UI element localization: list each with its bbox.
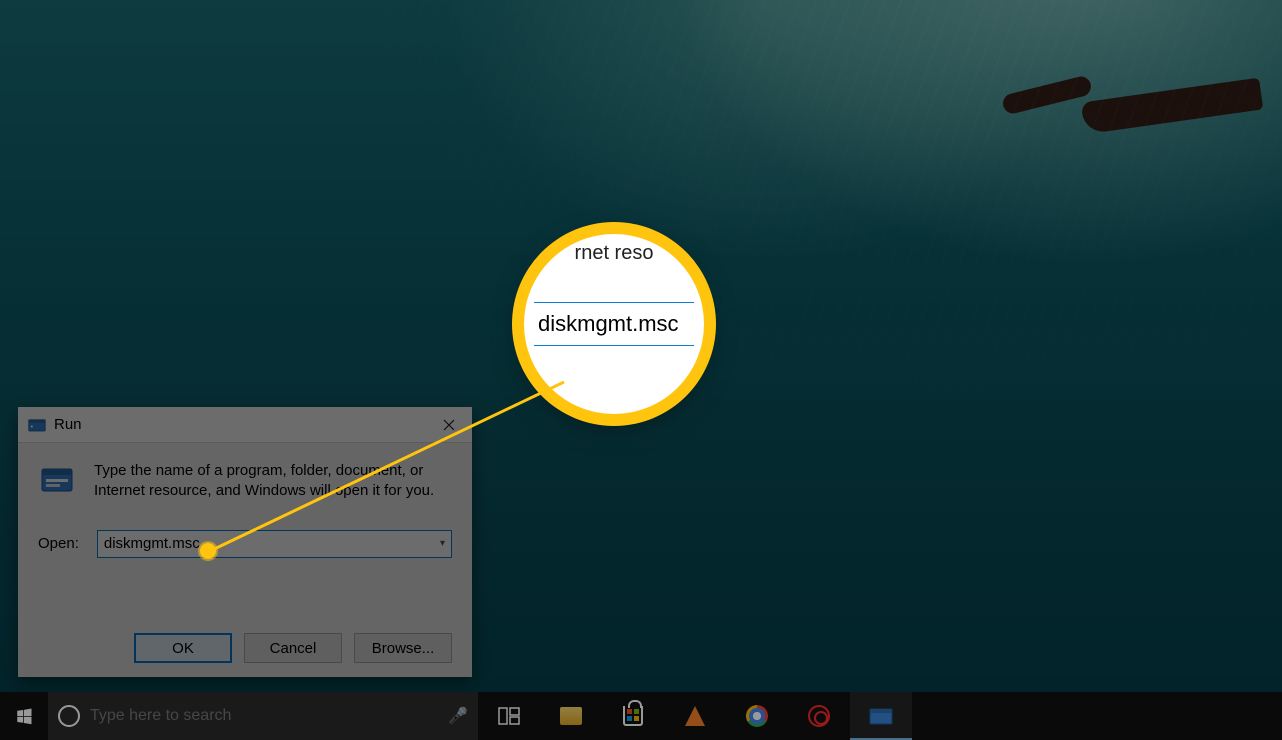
taskview-icon: [498, 707, 520, 725]
mic-icon[interactable]: 🎤: [448, 706, 468, 726]
vlc-icon: [685, 706, 705, 726]
app-icon: [808, 705, 830, 727]
chrome-icon: [746, 705, 768, 727]
magnifier-partial-text: rnet reso: [575, 242, 654, 265]
callout-anchor-dot: [200, 543, 216, 559]
callout-leader: [208, 376, 578, 556]
app-button[interactable]: [788, 692, 850, 740]
start-button[interactable]: [0, 692, 48, 740]
windows-icon: [15, 707, 33, 725]
run-taskbar-button[interactable]: [850, 692, 912, 740]
chrome-button[interactable]: [726, 692, 788, 740]
taskview-button[interactable]: [478, 692, 540, 740]
vlc-button[interactable]: [664, 692, 726, 740]
magnifier-value: diskmgmt.msc: [534, 302, 694, 346]
taskbar-search[interactable]: 🎤: [48, 692, 478, 740]
taskbar: 🎤: [0, 692, 1282, 740]
microsoft-store-button[interactable]: [602, 692, 664, 740]
file-explorer-button[interactable]: [540, 692, 602, 740]
microsoft-store-icon: [623, 706, 643, 726]
run-dialog-icon: [868, 706, 894, 726]
search-input[interactable]: [90, 707, 438, 725]
cortana-icon: [58, 705, 80, 727]
file-explorer-icon: [560, 707, 582, 725]
